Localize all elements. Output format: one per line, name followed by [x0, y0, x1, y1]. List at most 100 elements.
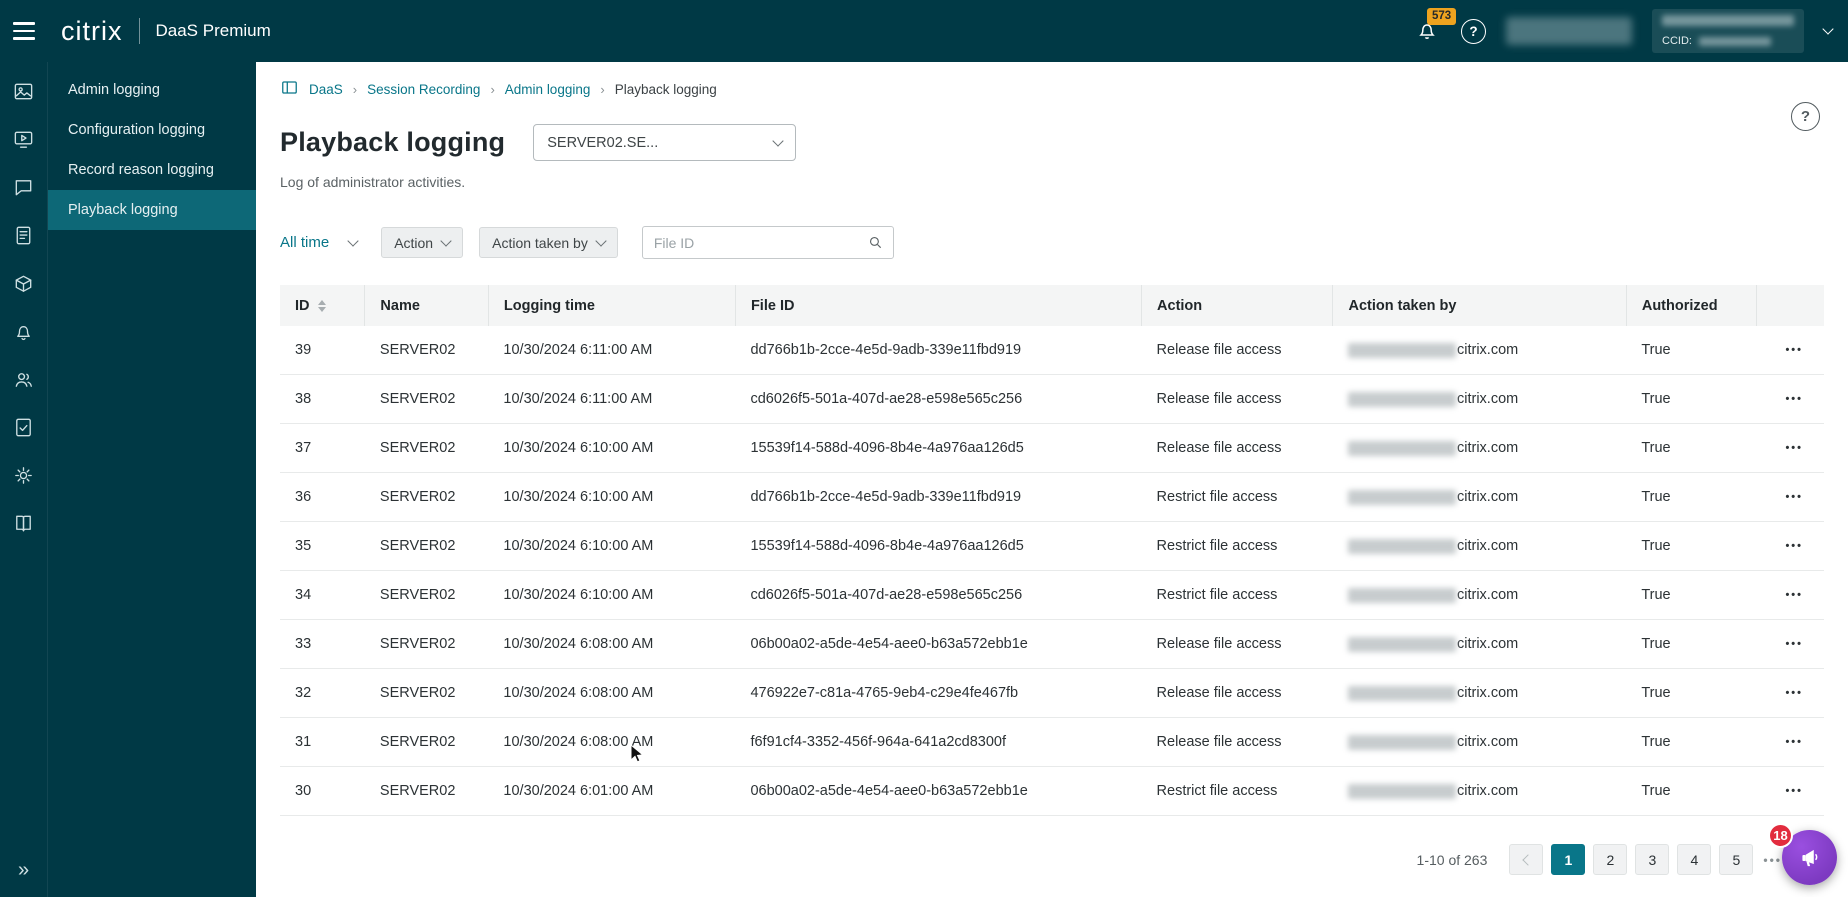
table-row[interactable]: 35 SERVER02 10/30/2024 6:10:00 AM 15539f…: [280, 521, 1824, 571]
cell-name: SERVER02: [364, 766, 489, 816]
chevron-down-icon: [347, 234, 359, 247]
sort-icon[interactable]: [317, 299, 326, 312]
redacted-customer-name: [1662, 15, 1794, 26]
row-menu-button[interactable]: •••: [1779, 536, 1809, 556]
page-help-button[interactable]: ?: [1791, 102, 1820, 131]
cell-name: SERVER02: [364, 472, 489, 522]
whats-new-widget-button[interactable]: 18: [1768, 823, 1837, 885]
citrix-logo[interactable]: citrix: [61, 16, 123, 47]
row-menu-button[interactable]: •••: [1779, 340, 1809, 360]
cell-action: Restrict file access: [1141, 521, 1333, 571]
table-row[interactable]: 38 SERVER02 10/30/2024 6:11:00 AM cd6026…: [280, 374, 1824, 424]
row-menu-button[interactable]: •••: [1779, 683, 1809, 703]
taken-by-domain: citrix.com: [1456, 440, 1519, 456]
cell-action: Release file access: [1141, 668, 1333, 718]
settings-gear-icon[interactable]: [11, 462, 37, 488]
sidebar-item-configuration-logging[interactable]: Configuration logging: [48, 110, 256, 150]
monitor-play-icon[interactable]: [11, 126, 37, 152]
redacted-user: [1347, 342, 1456, 358]
sidebar-item-record-reason-logging[interactable]: Record reason logging: [48, 150, 256, 190]
panel-toggle-icon[interactable]: [280, 78, 299, 100]
time-range-filter[interactable]: All time: [280, 234, 359, 251]
docs-icon[interactable]: [11, 510, 37, 536]
search-icon[interactable]: [867, 234, 884, 251]
pagination-page-4[interactable]: 4: [1677, 844, 1712, 875]
pagination-page-3[interactable]: 3: [1635, 844, 1670, 875]
table-row[interactable]: 32 SERVER02 10/30/2024 6:08:00 AM 476922…: [280, 668, 1824, 718]
cell-file-id: 476922e7-c81a-4765-9eb4-c29e4fe467fb: [735, 668, 1142, 718]
redacted-user: [1347, 489, 1456, 505]
breadcrumb-separator: ›: [490, 81, 495, 97]
server-select-dropdown[interactable]: SERVER02.SE...: [533, 124, 797, 161]
cell-action: Release file access: [1141, 423, 1333, 473]
pagination-prev-button[interactable]: [1509, 844, 1544, 875]
taken-by-domain: citrix.com: [1456, 734, 1519, 750]
breadcrumb-session-recording[interactable]: Session Recording: [367, 82, 480, 97]
cell-action: Release file access: [1141, 374, 1333, 424]
taken-by-domain: citrix.com: [1456, 587, 1519, 603]
row-menu-button[interactable]: •••: [1779, 585, 1809, 605]
taken-by-domain: citrix.com: [1456, 538, 1519, 554]
column-id[interactable]: ID: [280, 285, 366, 326]
redacted-user: [1347, 636, 1456, 652]
hamburger-menu-button[interactable]: [0, 0, 47, 62]
table-row[interactable]: 30 SERVER02 10/30/2024 6:01:00 AM 06b00a…: [280, 766, 1824, 816]
cell-action-taken-by: citrix.com: [1332, 374, 1627, 424]
notifications-button[interactable]: 573: [1415, 8, 1457, 44]
tasks-icon[interactable]: [11, 414, 37, 440]
cell-action: Restrict file access: [1141, 766, 1333, 816]
users-icon[interactable]: [11, 366, 37, 392]
package-icon[interactable]: [11, 270, 37, 296]
file-id-search-input[interactable]: [641, 226, 894, 259]
table-row[interactable]: 39 SERVER02 10/30/2024 6:11:00 AM dd766b…: [280, 326, 1824, 375]
notifications-rail-icon[interactable]: [11, 318, 37, 344]
logs-icon[interactable]: [11, 222, 37, 248]
announcements-icon: [1801, 849, 1817, 866]
cell-authorized: True: [1626, 619, 1757, 669]
table-row[interactable]: 33 SERVER02 10/30/2024 6:08:00 AM 06b00a…: [280, 619, 1824, 669]
action-filter-button[interactable]: Action: [381, 227, 464, 258]
table-row[interactable]: 31 SERVER02 10/30/2024 6:08:00 AM f6f91c…: [280, 717, 1824, 767]
cell-authorized: True: [1626, 521, 1757, 571]
redacted-user: [1347, 587, 1456, 603]
account-chevron-down-icon[interactable]: [1822, 23, 1834, 35]
cell-logging-time: 10/30/2024 6:08:00 AM: [488, 619, 736, 669]
table-row[interactable]: 34 SERVER02 10/30/2024 6:10:00 AM cd6026…: [280, 570, 1824, 620]
table-row[interactable]: 37 SERVER02 10/30/2024 6:10:00 AM 15539f…: [280, 423, 1824, 473]
row-menu-button[interactable]: •••: [1779, 732, 1809, 752]
cell-name: SERVER02: [364, 326, 489, 375]
cell-logging-time: 10/30/2024 6:01:00 AM: [488, 766, 736, 816]
side-navigation: Admin logging Configuration logging Reco…: [47, 62, 256, 897]
cell-logging-time: 10/30/2024 6:11:00 AM: [488, 326, 736, 375]
sidebar-item-playback-logging[interactable]: Playback logging: [48, 190, 256, 230]
help-button[interactable]: ?: [1461, 18, 1486, 44]
cell-id: 31: [280, 717, 365, 767]
row-menu-button[interactable]: •••: [1779, 634, 1809, 654]
row-menu-button[interactable]: •••: [1779, 438, 1809, 458]
cell-name: SERVER02: [364, 423, 489, 473]
row-menu-button[interactable]: •••: [1779, 389, 1809, 409]
customer-selector[interactable]: CCID:: [1652, 9, 1804, 53]
cell-action: Restrict file access: [1141, 472, 1333, 522]
breadcrumb-admin-logging[interactable]: Admin logging: [505, 82, 591, 97]
breadcrumb-separator: ›: [600, 81, 605, 97]
row-menu-button[interactable]: •••: [1779, 487, 1809, 507]
chat-icon[interactable]: [11, 174, 37, 200]
pagination-page-2[interactable]: 2: [1593, 844, 1628, 875]
cell-action: Release file access: [1141, 717, 1333, 767]
media-library-icon[interactable]: [11, 78, 37, 104]
sidebar-item-admin-logging[interactable]: Admin logging: [48, 70, 256, 110]
pagination-page-1[interactable]: 1: [1551, 844, 1586, 875]
cell-name: SERVER02: [364, 521, 489, 571]
cell-authorized: True: [1626, 423, 1757, 473]
app-window: citrix DaaS Premium 573 ? CCID: » Admin …: [0, 0, 1848, 897]
pagination-page-5[interactable]: 5: [1719, 844, 1754, 875]
sidebar-collapse-button[interactable]: »: [0, 858, 47, 883]
row-menu-button[interactable]: •••: [1779, 781, 1809, 801]
table-row[interactable]: 36 SERVER02 10/30/2024 6:10:00 AM dd766b…: [280, 472, 1824, 522]
breadcrumb-daas[interactable]: DaaS: [309, 82, 343, 97]
taken-by-domain: citrix.com: [1456, 783, 1519, 799]
action-taken-by-filter-button[interactable]: Action taken by: [479, 227, 618, 258]
cell-logging-time: 10/30/2024 6:10:00 AM: [488, 521, 736, 571]
file-id-search: [641, 226, 894, 259]
